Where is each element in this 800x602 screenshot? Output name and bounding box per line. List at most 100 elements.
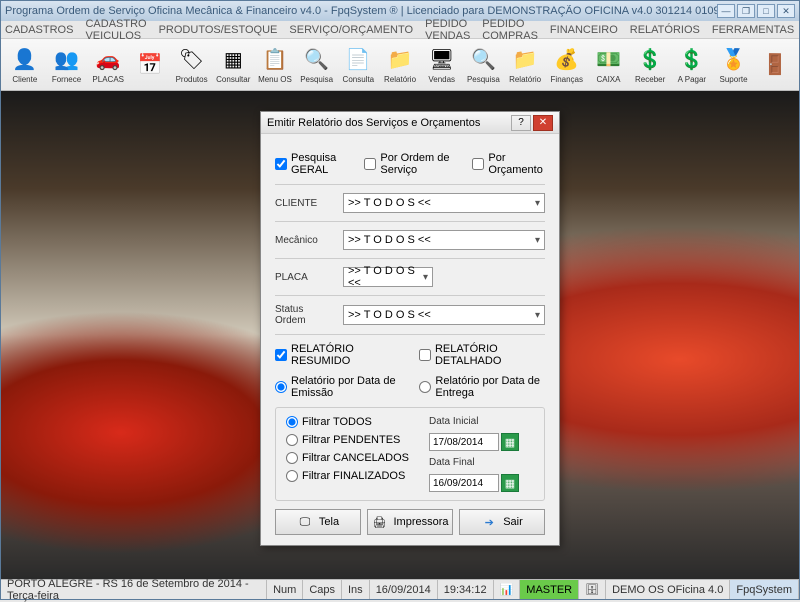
printer-icon: 🖨 — [371, 514, 387, 530]
toolbar-icon: 🚪 — [761, 51, 789, 79]
impressora-button[interactable]: 🖨 Impressora — [367, 509, 453, 535]
toolbar-label: A Pagar — [678, 75, 706, 84]
checkbox-pesquisa-geral[interactable]: Pesquisa GERAL — [275, 152, 356, 176]
status-combo[interactable]: >> T O D O S << — [343, 305, 545, 325]
toolbar-icon: 📁 — [511, 46, 539, 74]
placa-label: PLACA — [275, 272, 335, 283]
toolbar: 👤Cliente👥Fornece🚗PLACAS📅🏷Produtos▦Consul… — [1, 39, 799, 91]
status-caps: Caps — [303, 580, 342, 599]
status-db: DEMO OS OFicina 4.0 — [606, 580, 730, 599]
tela-button[interactable]: 🖵 Tela — [275, 509, 361, 535]
toolbar-btn-Consultar[interactable]: ▦Consultar — [213, 42, 253, 88]
toolbar-btn-Cliente[interactable]: 👤Cliente — [5, 42, 45, 88]
radio-filtrar-cancelados[interactable]: Filtrar CANCELADOS — [286, 452, 409, 464]
toolbar-btn-18[interactable]: 🚪 — [755, 42, 795, 88]
dialog-close-button[interactable]: ✕ — [533, 115, 553, 131]
menu-cadastro-veiculos[interactable]: CADASTRO VEICULOS — [85, 18, 146, 42]
toolbar-btn-Vendas[interactable]: 🖥Vendas — [422, 42, 462, 88]
maximize-button[interactable]: □ — [757, 4, 775, 18]
radio-data-emissao[interactable]: Relatório por Data de Emissão — [275, 375, 403, 399]
toolbar-label: Suporte — [720, 75, 748, 84]
dialog-title: Emitir Relatório dos Serviços e Orçament… — [267, 117, 511, 129]
minimize-button[interactable]: — — [717, 4, 735, 18]
checkbox-detalhado[interactable]: RELATÓRIO DETALHADO — [419, 343, 545, 367]
toolbar-icon: 🏷 — [178, 46, 206, 74]
restore-button[interactable]: ❐ — [737, 4, 755, 18]
separator — [275, 258, 545, 259]
report-date-row: Relatório por Data de Emissão Relatório … — [275, 375, 545, 399]
toolbar-label: Consultar — [216, 75, 250, 84]
status-num: Num — [267, 580, 303, 599]
placa-combo[interactable]: >> T O D O S << — [343, 267, 433, 287]
dates-column: Data Inicial ▦ Data Final ▦ — [429, 416, 519, 492]
checkbox-por-os[interactable]: Por Ordem de Serviço — [364, 152, 464, 176]
toolbar-btn-Suporte[interactable]: 🏅Suporte — [714, 42, 754, 88]
radio-filtrar-pendentes[interactable]: Filtrar PENDENTES — [286, 434, 409, 446]
menu-servico-orcamento[interactable]: SERVIÇO/ORÇAMENTO — [289, 24, 413, 36]
toolbar-btn-Fornece[interactable]: 👥Fornece — [47, 42, 87, 88]
menu-cadastros[interactable]: CADASTROS — [5, 24, 73, 36]
toolbar-btn-Consulta[interactable]: 📄Consulta — [339, 42, 379, 88]
placa-row: PLACA >> T O D O S << — [275, 267, 545, 287]
menu-ferramentas[interactable]: FERRAMENTAS — [712, 24, 794, 36]
toolbar-btn-Pesquisa[interactable]: 🔍Pesquisa — [297, 42, 337, 88]
data-inicial-picker-button[interactable]: ▦ — [501, 433, 519, 451]
exit-icon: ➔ — [481, 514, 497, 530]
cliente-combo[interactable]: >> T O D O S << — [343, 193, 545, 213]
filter-column: Filtrar TODOS Filtrar PENDENTES Filtrar … — [286, 416, 409, 492]
toolbar-icon: 👥 — [53, 46, 81, 74]
menu-produtos-estoque[interactable]: PRODUTOS/ESTOQUE — [159, 24, 278, 36]
window-controls: — ❐ □ ✕ — [717, 4, 795, 18]
separator — [275, 184, 545, 185]
mecanico-row: Mecânico >> T O D O S << — [275, 230, 545, 250]
statusbar: PORTO ALEGRE - RS 16 de Setembro de 2014… — [1, 579, 799, 599]
toolbar-label: Finanças — [551, 75, 583, 84]
toolbar-btn-Relatório[interactable]: 📁Relatório — [505, 42, 545, 88]
toolbar-icon: 🔍 — [469, 46, 497, 74]
toolbar-icon: ▦ — [219, 46, 247, 74]
status-user: MASTER — [520, 580, 579, 599]
toolbar-btn-Finanças[interactable]: 💰Finanças — [547, 42, 587, 88]
toolbar-btn-Relatório[interactable]: 📁Relatório — [380, 42, 420, 88]
dialog-help-button[interactable]: ? — [511, 115, 531, 131]
data-final-picker-button[interactable]: ▦ — [501, 474, 519, 492]
toolbar-btn-Receber[interactable]: 💲Receber — [630, 42, 670, 88]
mecanico-combo[interactable]: >> T O D O S << — [343, 230, 545, 250]
close-button[interactable]: ✕ — [777, 4, 795, 18]
status-time: 19:34:12 — [438, 580, 494, 599]
toolbar-btn-Produtos[interactable]: 🏷Produtos — [172, 42, 212, 88]
toolbar-label: Vendas — [428, 75, 455, 84]
status-brand: FpqSystem — [730, 580, 799, 599]
toolbar-btn-3[interactable]: 📅 — [130, 42, 170, 88]
checkbox-por-orcamento[interactable]: Por Orçamento — [472, 152, 545, 176]
radio-data-entrega[interactable]: Relatório por Data de Entrega — [419, 375, 545, 399]
toolbar-icon: 📄 — [344, 46, 372, 74]
toolbar-btn-Pesquisa[interactable]: 🔍Pesquisa — [464, 42, 504, 88]
toolbar-btn-A Pagar[interactable]: 💲A Pagar — [672, 42, 712, 88]
toolbar-icon: 🚗 — [94, 46, 122, 74]
separator — [275, 334, 545, 335]
menu-pedido-compras[interactable]: PEDIDO COMPRAS — [482, 18, 538, 42]
menu-relatorios[interactable]: RELATÓRIOS — [630, 24, 700, 36]
radio-filtrar-finalizados[interactable]: Filtrar FINALIZADOS — [286, 470, 409, 482]
calendar-icon: ▦ — [505, 477, 515, 490]
data-final-input[interactable] — [429, 474, 499, 492]
radio-filtrar-todos[interactable]: Filtrar TODOS — [286, 416, 409, 428]
toolbar-btn-PLACAS[interactable]: 🚗PLACAS — [88, 42, 128, 88]
checkbox-resumido[interactable]: RELATÓRIO RESUMIDO — [275, 343, 395, 367]
toolbar-btn-CAIXA[interactable]: 💵CAIXA — [589, 42, 629, 88]
menu-financeiro[interactable]: FINANCEIRO — [550, 24, 618, 36]
dialog-titlebar: Emitir Relatório dos Serviços e Orçament… — [261, 112, 559, 134]
status-ins: Ins — [342, 580, 370, 599]
toolbar-label: CAIXA — [596, 75, 620, 84]
status-location: PORTO ALEGRE - RS 16 de Setembro de 2014… — [1, 580, 267, 599]
data-inicial-input[interactable] — [429, 433, 499, 451]
toolbar-btn-Menu OS[interactable]: 📋Menu OS — [255, 42, 295, 88]
status-label: Status Ordem — [275, 304, 335, 326]
toolbar-icon: 📁 — [386, 46, 414, 74]
separator — [275, 295, 545, 296]
search-options-row: Pesquisa GERAL Por Ordem de Serviço Por … — [275, 152, 545, 176]
sair-button[interactable]: ➔ Sair — [459, 509, 545, 535]
separator — [275, 221, 545, 222]
menu-pedido-vendas[interactable]: PEDIDO VENDAS — [425, 18, 470, 42]
